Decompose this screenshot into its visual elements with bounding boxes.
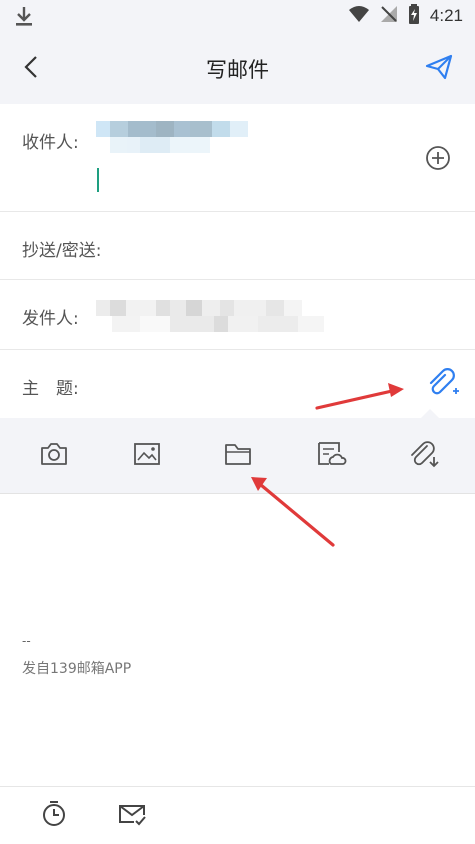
paperclip-plus-icon: [425, 367, 459, 401]
image-button[interactable]: [131, 440, 163, 472]
status-time: 4:21: [429, 6, 463, 25]
status-bar: 4:21: [0, 0, 475, 32]
status-icons: 4:21: [348, 4, 463, 28]
recipient-chip-blurred-lower: [110, 137, 210, 153]
plus-circle-icon: [425, 146, 451, 175]
from-field[interactable]: 发件人:: [0, 280, 475, 350]
scheduled-send-button[interactable]: [39, 801, 69, 831]
cc-bcc-field[interactable]: 抄送/密送:: [0, 212, 475, 280]
bottom-bar: [0, 786, 475, 844]
image-icon: [132, 441, 162, 471]
download-icon: [12, 5, 36, 27]
signature-separator: --: [22, 634, 31, 648]
folder-icon: [223, 441, 253, 471]
to-field[interactable]: 收件人:: [0, 104, 475, 212]
send-button[interactable]: [421, 52, 457, 86]
no-signal-icon: [380, 5, 398, 27]
cloud-document-button[interactable]: [315, 440, 347, 472]
add-recipient-button[interactable]: [425, 145, 451, 171]
receipt-button[interactable]: [117, 801, 147, 831]
sender-blurred: [96, 300, 302, 316]
message-body[interactable]: [0, 495, 475, 785]
attachment-toolbar: [0, 418, 475, 494]
app-header: 写邮件: [0, 32, 475, 104]
cloud-document-icon: [315, 440, 347, 472]
paperclip-download-icon: [408, 439, 440, 473]
camera-button[interactable]: [38, 440, 70, 472]
recipient-chip-blurred[interactable]: [96, 121, 248, 137]
toolbar-pointer: [421, 409, 439, 418]
text-caret: [97, 168, 99, 192]
cc-bcc-label: 抄送/密送:: [22, 241, 102, 261]
subject-label: 主 题:: [22, 379, 79, 399]
attach-button[interactable]: [425, 367, 459, 401]
paper-plane-icon: [425, 54, 453, 84]
wifi-icon: [348, 5, 370, 27]
sender-blurred-lower: [112, 316, 324, 332]
attachment-download-button[interactable]: [408, 440, 440, 472]
battery-charging-icon: [408, 4, 420, 28]
signature-text: 发自139邮箱APP: [22, 661, 132, 677]
folder-button[interactable]: [222, 440, 254, 472]
timer-icon: [40, 800, 68, 832]
camera-icon: [39, 441, 69, 471]
from-label: 发件人:: [22, 309, 79, 329]
page-title: 写邮件: [206, 58, 269, 82]
to-label: 收件人:: [22, 133, 79, 153]
subject-field[interactable]: 主 题:: [0, 350, 475, 418]
mail-check-icon: [117, 801, 147, 831]
